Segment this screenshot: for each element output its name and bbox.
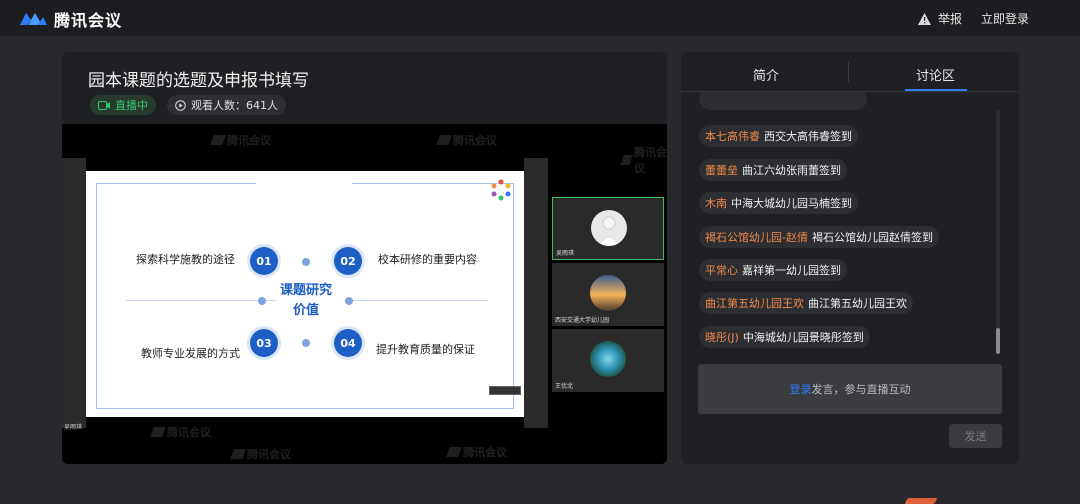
message-nickname: 褐石公馆幼儿园-赵倩	[705, 231, 808, 244]
presenter-toolbar[interactable]	[489, 386, 521, 395]
message-nickname: 晓彤(J)	[705, 331, 739, 344]
list-item: 蕾蕾垒 曲江六幼张雨蕾签到	[699, 159, 847, 181]
watermark: 腾讯会议	[210, 132, 271, 148]
app-name: 腾讯会议	[54, 11, 123, 30]
list-item: 褐石公馆幼儿园-赵倩 褐石公馆幼儿园赵倩签到	[699, 226, 939, 248]
live-status-badge: 直播中	[90, 95, 156, 115]
message-nickname: 木南	[705, 197, 727, 210]
login-button[interactable]: 立即登录	[981, 10, 1029, 27]
main-speaker-name: 吴雨琪	[64, 424, 83, 431]
slide-center-title: 课题研究 价值	[279, 283, 332, 318]
message-text: 褐石公馆幼儿园赵倩签到	[811, 231, 933, 244]
comment-prompt: 发言，参与直播互动	[811, 383, 911, 396]
login-link[interactable]: 登录	[790, 381, 812, 397]
stream-panel: 园本课题的选题及申报书填写 直播中 观看人数：641人 腾讯会议 腾讯会议 腾讯…	[62, 52, 667, 464]
tencent-meeting-logo-icon	[18, 9, 48, 29]
send-button[interactable]: 发送	[949, 424, 1002, 448]
viewer-count: 观看人数：641人	[191, 99, 278, 112]
slide-item-label: 探索科学施教的途径	[136, 253, 235, 266]
video-edge	[62, 158, 86, 428]
video-camera-icon	[98, 100, 110, 110]
decor-dot	[345, 297, 353, 305]
slide-item-number: 02	[334, 247, 362, 275]
participant-video-tile[interactable]: 吴雨琪	[552, 197, 664, 260]
list-item: 木南 中海大城幼儿园马楠签到	[699, 192, 858, 214]
watermark: 腾讯会议	[446, 444, 507, 460]
sidebar-panel: 简介 讨论区 本七高伟睿 西交大高伟睿签到 蕾蕾垒 曲江六幼张雨蕾签到 木南 中…	[681, 52, 1019, 464]
video-edge	[524, 158, 548, 428]
decor-dot	[302, 339, 310, 347]
slide-item-label: 教师专业发展的方式	[141, 347, 240, 360]
list-item	[699, 92, 867, 110]
report-button[interactable]: 举报	[918, 10, 962, 27]
slide-item-label: 校本研修的重要内容	[378, 253, 477, 266]
discussion-message-list[interactable]: 本七高伟睿 西交大高伟睿签到 蕾蕾垒 曲江六幼张雨蕾签到 木南 中海大城幼儿园马…	[699, 92, 999, 352]
message-text: 中海大城幼儿园马楠签到	[731, 197, 852, 210]
scrollbar-thumb[interactable]	[996, 328, 1000, 354]
live-label: 直播中	[115, 99, 148, 112]
watermark: 腾讯会议	[150, 424, 211, 440]
message-text: 嘉祥第一幼儿园签到	[742, 264, 841, 277]
comment-input[interactable]: 登录 发言，参与直播互动	[698, 364, 1002, 414]
slide-item-label: 提升教育质量的保证	[376, 343, 475, 356]
participant-video-tile[interactable]: 西安交通大学幼儿园	[552, 263, 664, 326]
tab-intro[interactable]: 简介	[753, 65, 779, 84]
slide-item-number: 03	[250, 329, 278, 357]
slide-item-number: 04	[334, 329, 362, 357]
watermark: 腾讯会议	[230, 446, 291, 462]
message-text: 曲江第五幼儿园王欢	[808, 297, 907, 310]
message-text: 曲江六幼张雨蕾签到	[742, 164, 841, 177]
warning-icon	[918, 12, 931, 25]
decor-dot	[258, 297, 266, 305]
list-item: 本七高伟睿 西交大高伟睿签到	[699, 125, 858, 147]
participant-name: 王优北	[555, 383, 574, 390]
report-label: 举报	[938, 12, 963, 26]
top-bar: 腾讯会议 举报 立即登录	[0, 0, 1080, 36]
watermark: 腾讯会议	[620, 144, 667, 176]
viewer-count-badge: 观看人数：641人	[167, 95, 286, 115]
active-tab-indicator	[905, 89, 967, 91]
decor-accent	[904, 498, 938, 504]
participant-name: 西安交通大学幼儿园	[555, 317, 610, 324]
message-text: 西交大高伟睿签到	[764, 130, 852, 143]
message-nickname: 蕾蕾垒	[705, 164, 738, 177]
video-player[interactable]: 腾讯会议 腾讯会议 腾讯会议 腾讯会议 腾讯会议 腾讯会议 探索科学施教的途径 …	[62, 124, 667, 464]
message-nickname: 平常心	[705, 264, 738, 277]
decor-dot	[302, 258, 310, 266]
app-logo[interactable]: 腾讯会议	[18, 7, 122, 31]
list-item: 晓彤(J) 中海城幼儿园景晓彤签到	[699, 326, 870, 348]
participant-video-tile[interactable]: 王优北	[552, 329, 664, 392]
avatar	[591, 210, 627, 246]
participant-name: 吴雨琪	[556, 250, 575, 257]
message-scrollbar[interactable]	[996, 110, 1000, 354]
shared-slide: 探索科学施教的途径 01 02 校本研修的重要内容 教师专业发展的方式 03 0…	[86, 171, 524, 417]
slide-item-number: 01	[250, 247, 278, 275]
sidebar-tabs: 简介 讨论区	[681, 52, 1019, 92]
message-nickname: 曲江第五幼儿园王欢	[705, 297, 804, 310]
message-text: 中海城幼儿园景晓彤签到	[742, 331, 864, 344]
tab-discussion[interactable]: 讨论区	[916, 65, 955, 84]
stream-title: 园本课题的选题及申报书填写	[88, 71, 309, 91]
watermark: 腾讯会议	[436, 132, 497, 148]
play-circle-icon	[175, 99, 186, 111]
list-item: 平常心 嘉祥第一幼儿园签到	[699, 259, 847, 281]
avatar	[590, 341, 626, 377]
colorful-logo-icon	[491, 179, 511, 201]
list-item: 曲江第五幼儿园王欢 曲江第五幼儿园王欢	[699, 292, 913, 314]
avatar	[590, 275, 626, 311]
message-nickname: 本七高伟睿	[705, 130, 760, 143]
